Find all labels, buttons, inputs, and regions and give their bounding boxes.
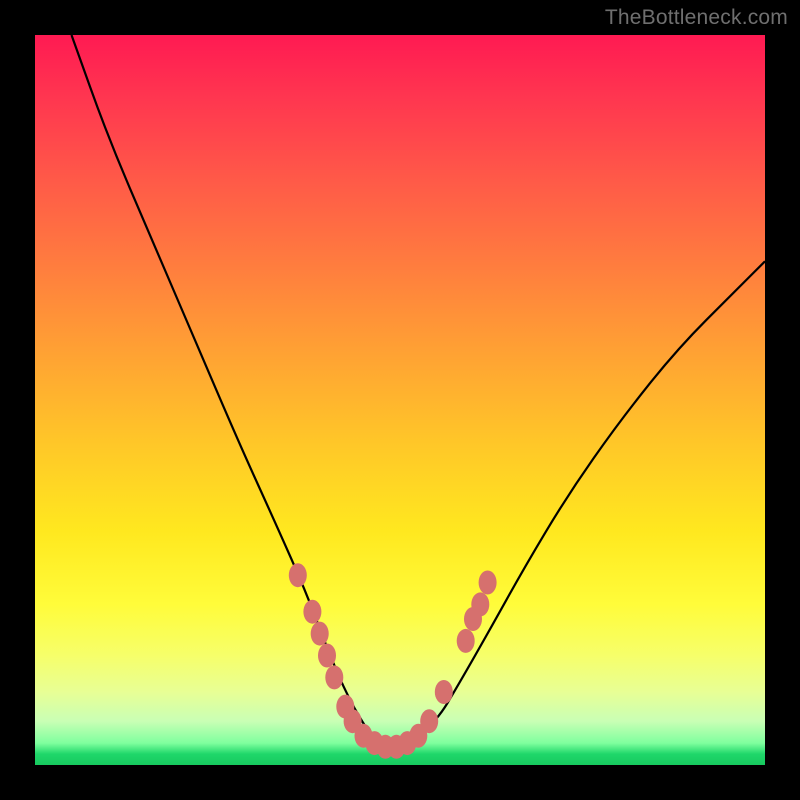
bead <box>303 600 321 624</box>
bead <box>420 709 438 733</box>
bottleneck-curve <box>72 35 766 748</box>
chart-frame: TheBottleneck.com <box>0 0 800 800</box>
bead <box>457 629 475 653</box>
bead-group <box>289 563 497 759</box>
bead <box>435 680 453 704</box>
bead <box>325 665 343 689</box>
curve-svg <box>35 35 765 765</box>
plot-area <box>35 35 765 765</box>
bead <box>311 622 329 646</box>
bead <box>471 592 489 616</box>
watermark-text: TheBottleneck.com <box>605 6 788 30</box>
bead <box>318 644 336 668</box>
bead <box>479 571 497 595</box>
bead <box>289 563 307 587</box>
